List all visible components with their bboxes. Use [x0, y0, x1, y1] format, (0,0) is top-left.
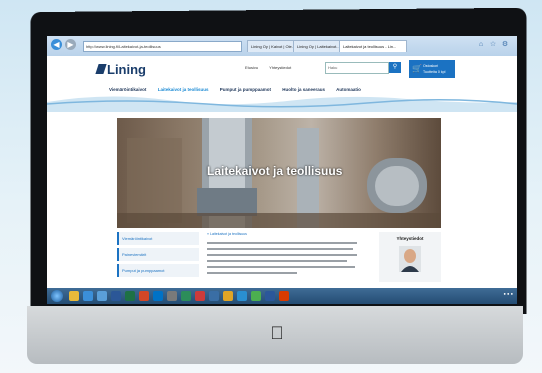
cart-button[interactable]: 🛒 Ostoskori Tuotteita 0 kpl: [409, 60, 455, 78]
app-icon[interactable]: [181, 291, 191, 301]
content-area: Viemäröintikaivot Paineviemärit Pumput j…: [117, 232, 441, 282]
forward-button[interactable]: ▶: [65, 39, 76, 50]
app-icon[interactable]: [279, 291, 289, 301]
browser-tab[interactable]: Lining Oy | Laitekaivot...: [293, 40, 343, 52]
outlook-icon[interactable]: [153, 291, 163, 301]
favorites-star-icon[interactable]: ☆: [489, 41, 497, 49]
explorer-icon[interactable]: [69, 291, 79, 301]
cart-count: Tuotteita 0 kpl: [423, 70, 446, 74]
back-button[interactable]: ◀: [51, 39, 62, 50]
app-icon[interactable]: [195, 291, 205, 301]
cart-icon: 🛒: [412, 64, 422, 73]
powerpoint-icon[interactable]: [139, 291, 149, 301]
home-icon[interactable]: ⌂: [477, 41, 485, 49]
lining-logo-mark-icon: [95, 64, 107, 74]
apple-logo-icon: : [267, 322, 287, 344]
article: » Laitekaivot ja teollisuus: [207, 232, 359, 278]
app-icon[interactable]: [97, 291, 107, 301]
browser-tab[interactable]: Lining Oy | Kaivot | Ole...: [247, 40, 297, 52]
settings-gear-icon[interactable]: ⚙: [501, 41, 509, 49]
internet-explorer-icon[interactable]: [83, 291, 93, 301]
search-input[interactable]: Haku: [325, 62, 389, 74]
hero-title: Laitekaivot ja teollisuus: [207, 164, 343, 178]
hero-banner: Laitekaivot ja teollisuus: [117, 118, 441, 228]
desk-background:  ◀ ▶ http://www.lining.fi/Laitekaivot-j…: [0, 0, 542, 373]
app-icon[interactable]: [209, 291, 219, 301]
screen: ◀ ▶ http://www.lining.fi/Laitekaivot-ja-…: [47, 36, 517, 304]
site-logo[interactable]: Lining: [107, 62, 146, 77]
contact-box: Yhteystiedot: [379, 232, 441, 282]
contact-link[interactable]: Yhteystiedot: [269, 65, 291, 70]
cart-text: Ostoskori Tuotteita 0 kpl: [423, 63, 445, 75]
start-button-icon[interactable]: [51, 290, 63, 302]
browser-tab-active[interactable]: Laitekaivot ja teollisuus - Lin...: [339, 40, 407, 52]
contact-title: Yhteystiedot: [396, 236, 424, 241]
breadcrumb[interactable]: » Laitekaivot ja teollisuus: [207, 232, 359, 237]
top-links: Etusivu Yhteystiedot: [245, 65, 301, 70]
water-wave-banner: [47, 96, 517, 112]
sidebar-item[interactable]: Viemäröintikaivot: [117, 232, 199, 245]
search-button[interactable]: ⚲: [389, 62, 401, 73]
contact-person-photo: [399, 246, 421, 272]
taskbar: ● ● ●: [47, 288, 517, 304]
imac-monitor:  ◀ ▶ http://www.lining.fi/Laitekaivot-j…: [27, 7, 527, 364]
app-icon[interactable]: [167, 291, 177, 301]
address-bar[interactable]: http://www.lining.fi/Laitekaivot-ja-teol…: [83, 41, 242, 52]
app-icon[interactable]: [251, 291, 261, 301]
browser-toolbar: ◀ ▶ http://www.lining.fi/Laitekaivot-ja-…: [47, 36, 517, 56]
sidebar-item[interactable]: Paineviemärit: [117, 248, 199, 261]
sidebar-item[interactable]: Pumput ja pumppaamot: [117, 264, 199, 277]
system-tray-clock[interactable]: ● ● ●: [504, 291, 513, 296]
word-icon[interactable]: [111, 291, 121, 301]
monitor-chin: : [27, 306, 523, 364]
sidebar: Viemäröintikaivot Paineviemärit Pumput j…: [117, 232, 199, 280]
app-icon[interactable]: [223, 291, 233, 301]
app-icon[interactable]: [237, 291, 247, 301]
app-icon[interactable]: [265, 291, 275, 301]
search-icon: ⚲: [392, 64, 398, 70]
article-text-lines: [207, 242, 357, 274]
excel-icon[interactable]: [125, 291, 135, 301]
home-link[interactable]: Etusivu: [245, 65, 258, 70]
